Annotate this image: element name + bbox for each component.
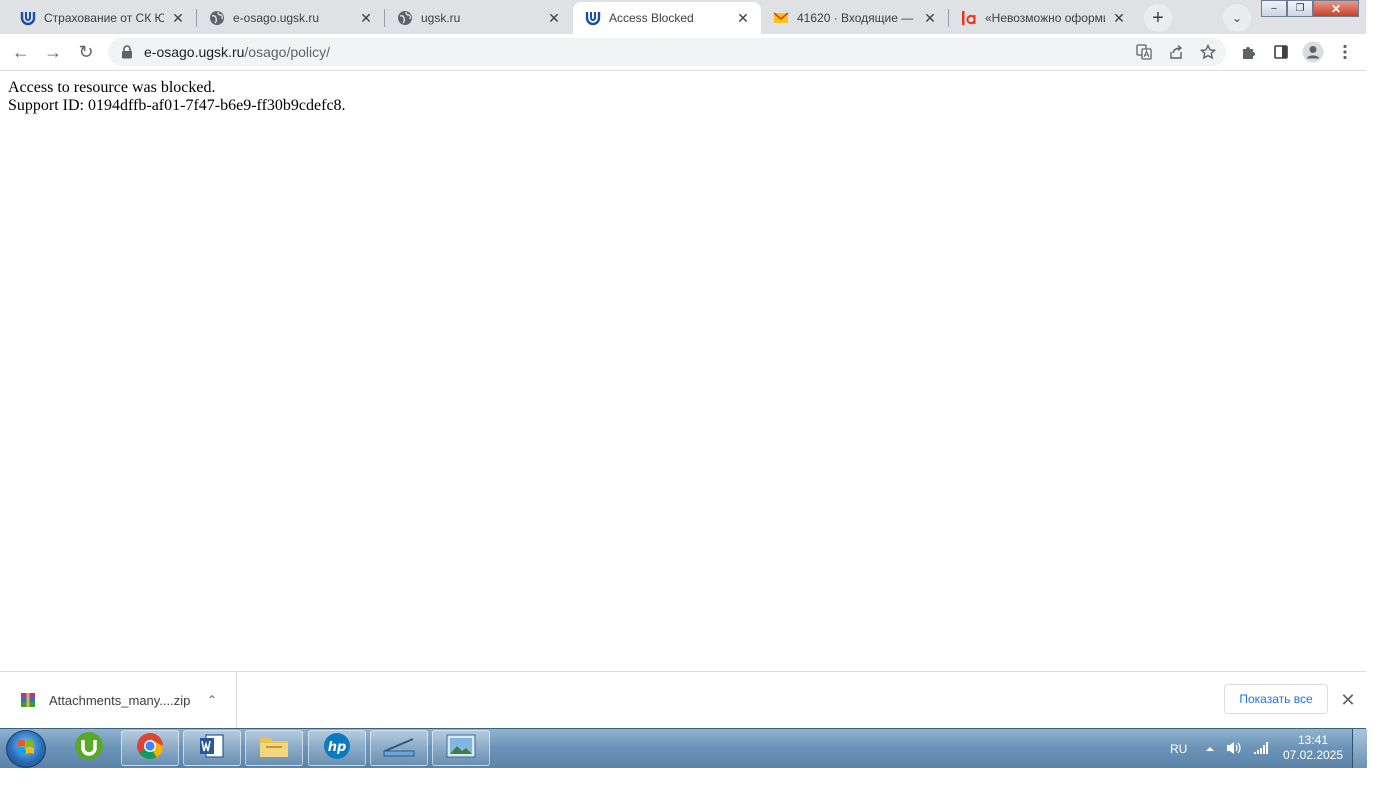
show-desktop-button[interactable] [1352, 729, 1367, 768]
ugsk-logo-icon [585, 10, 601, 26]
screen-edge [1366, 0, 1390, 809]
mail-icon [773, 10, 789, 26]
bookmark-star-icon[interactable] [1196, 40, 1220, 64]
url-text: e-osago.ugsk.ru/osago/policy/ [144, 44, 330, 60]
taskbar-scanner[interactable] [370, 730, 428, 766]
menu-kebab-icon[interactable] [1330, 37, 1360, 67]
tab-search-button[interactable]: ⌄ [1223, 4, 1251, 32]
window-controls: – ❐ ✕ [1261, 0, 1359, 18]
profile-avatar-icon[interactable] [1298, 37, 1328, 67]
tab-close-icon[interactable]: ✕ [922, 10, 938, 26]
volume-icon[interactable] [1225, 740, 1243, 759]
tab-close-icon[interactable]: ✕ [1111, 10, 1127, 26]
minimize-button[interactable]: – [1261, 0, 1287, 17]
network-signal-icon[interactable] [1253, 741, 1269, 758]
word-icon [197, 731, 227, 766]
translate-icon[interactable] [1132, 40, 1156, 64]
close-shelf-icon[interactable]: ✕ [1336, 688, 1360, 712]
scanner-icon [382, 733, 416, 764]
tab-close-icon[interactable]: ✕ [170, 10, 186, 26]
photo-icon [445, 733, 477, 764]
forward-button[interactable]: → [38, 37, 68, 67]
toolbar-right [1234, 37, 1362, 67]
download-file-name: Attachments_many....zip [49, 692, 191, 708]
hp-logo-icon: hp [322, 731, 352, 766]
tab-e-osago[interactable]: e-osago.ugsk.ru ✕ [197, 2, 384, 34]
taskbar-chrome[interactable] [121, 730, 179, 766]
tab-close-icon[interactable]: ✕ [735, 10, 751, 26]
show-all-downloads-button[interactable]: Показать все [1224, 684, 1328, 714]
side-panel-icon[interactable] [1266, 37, 1296, 67]
tab-access-blocked[interactable]: Access Blocked ✕ [573, 2, 761, 34]
tab-close-icon[interactable]: ✕ [358, 10, 374, 26]
extensions-puzzle-icon[interactable] [1234, 37, 1264, 67]
tab-title: «Невозможно оформи [985, 11, 1105, 25]
tray-expand-icon[interactable] [1205, 742, 1215, 756]
page-content: Access to resource was blocked. Support … [0, 71, 1366, 671]
tab-title: e-osago.ugsk.ru [233, 11, 320, 25]
os-taskbar: hp RU 13:41 07.02.2025 [0, 728, 1367, 769]
chrome-icon [135, 731, 165, 766]
taskbar-utorrent[interactable] [60, 730, 118, 766]
utorrent-icon [74, 731, 104, 766]
clock-time: 13:41 [1297, 733, 1329, 747]
taskbar-explorer[interactable] [245, 730, 303, 766]
blocked-message: Access to resource was blocked. Support … [8, 79, 346, 115]
lock-icon[interactable] [120, 45, 134, 59]
tab-article[interactable]: «Невозможно оформи ✕ [949, 2, 1137, 34]
tab-title: 41620 · Входящие — Я [797, 11, 916, 25]
tab-ugsk-insurance[interactable]: Страхование от СК Юг ✕ [8, 2, 196, 34]
download-item[interactable]: Attachments_many....zip ⌃ [0, 672, 237, 728]
taskbar-word[interactable] [183, 730, 241, 766]
ugsk-logo-icon [20, 10, 36, 26]
clock-date: 07.02.2025 [1282, 748, 1344, 762]
archive-file-icon [20, 692, 36, 708]
tab-mail-inbox[interactable]: 41620 · Входящие — Я ✕ [761, 2, 948, 34]
folder-icon [258, 732, 290, 765]
close-window-button[interactable]: ✕ [1313, 0, 1359, 17]
globe-icon [397, 10, 413, 26]
a-logo-icon [961, 10, 977, 26]
share-icon[interactable] [1164, 40, 1188, 64]
url-host: e-osago.ugsk.ru [144, 44, 245, 60]
support-id-text: Support ID: 0194dffb-af01-7f47-b6e9-ff30… [8, 97, 346, 114]
tab-title: ugsk.ru [421, 11, 461, 25]
address-bar[interactable]: e-osago.ugsk.ru/osago/policy/ [108, 38, 1226, 66]
svg-text:hp: hp [328, 740, 347, 755]
language-indicator[interactable]: RU [1170, 742, 1187, 756]
url-path: /osago/policy/ [244, 44, 331, 60]
new-tab-button[interactable]: + [1144, 4, 1172, 32]
taskbar-photo-viewer[interactable] [432, 730, 490, 766]
omnibox-actions [1124, 40, 1220, 64]
system-tray: RU [1170, 729, 1279, 769]
tab-close-icon[interactable]: ✕ [546, 10, 562, 26]
blocked-text: Access to resource was blocked. [8, 79, 216, 96]
reload-button[interactable]: ↻ [71, 37, 101, 67]
taskbar-hp[interactable]: hp [308, 730, 366, 766]
browser-toolbar: ← → ↻ e-osago.ugsk.ru/osago/policy/ [0, 34, 1366, 71]
tab-title: Страхование от СК Юг [44, 11, 164, 25]
restore-button[interactable]: ❐ [1287, 0, 1313, 17]
back-button[interactable]: ← [6, 37, 36, 67]
tab-ugsk[interactable]: ugsk.ru ✕ [385, 2, 572, 34]
tab-strip: Страхование от СК Юг ✕ e-osago.ugsk.ru ✕… [0, 0, 1366, 34]
browser-window: Страхование от СК Юг ✕ e-osago.ugsk.ru ✕… [0, 0, 1366, 729]
globe-icon [209, 10, 225, 26]
download-shelf: Attachments_many....zip ⌃ Показать все ✕ [0, 671, 1366, 729]
start-button[interactable] [6, 730, 46, 768]
tab-title: Access Blocked [609, 11, 694, 25]
chevron-up-icon[interactable]: ⌃ [202, 690, 222, 710]
windows-logo-icon [16, 737, 36, 762]
taskbar-clock[interactable]: 13:41 07.02.2025 [1280, 733, 1346, 763]
